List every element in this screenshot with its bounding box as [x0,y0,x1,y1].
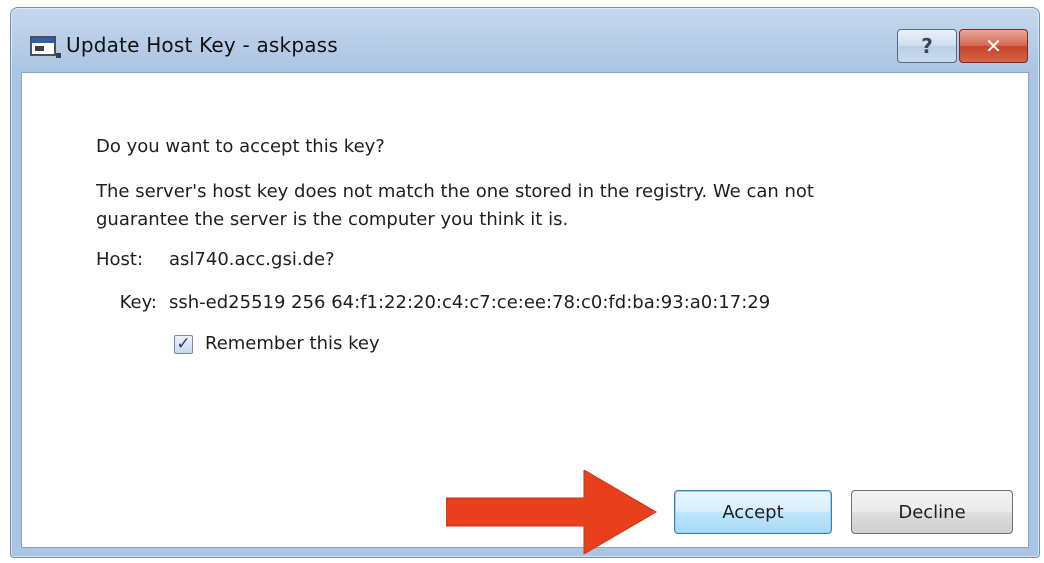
window-title: Update Host Key - askpass [66,33,338,57]
arrow-icon-shape [446,470,657,554]
host-label: Host: [96,249,144,270]
arrow-icon [446,470,657,554]
host-value: asl740.acc.gsi.de? [169,249,335,270]
warning-line-1: The server's host key does not match the… [96,181,814,202]
checkmark-icon: ✓ [176,334,191,354]
remember-label[interactable]: Remember this key [205,333,380,354]
warning-line-2: guarantee the server is the computer you… [96,209,569,230]
decline-button[interactable]: Decline [851,490,1013,534]
close-button[interactable]: ✕ [959,29,1028,63]
close-icon: ✕ [985,34,1002,58]
warning-text: The server's host key does not match the… [96,178,814,234]
question-text: Do you want to accept this key? [96,136,385,157]
key-value: ssh-ed25519 256 64:f1:22:20:c4:c7:ce:ee:… [169,292,771,313]
help-icon: ? [921,34,933,58]
accept-button[interactable]: Accept [674,490,832,534]
key-label: Key: [119,292,157,313]
window-app-icon [30,36,61,58]
remember-checkbox[interactable]: ✓ [174,335,193,354]
help-button[interactable]: ? [897,29,957,63]
title-bar[interactable]: Update Host Key - askpass ? ✕ [11,8,1039,70]
